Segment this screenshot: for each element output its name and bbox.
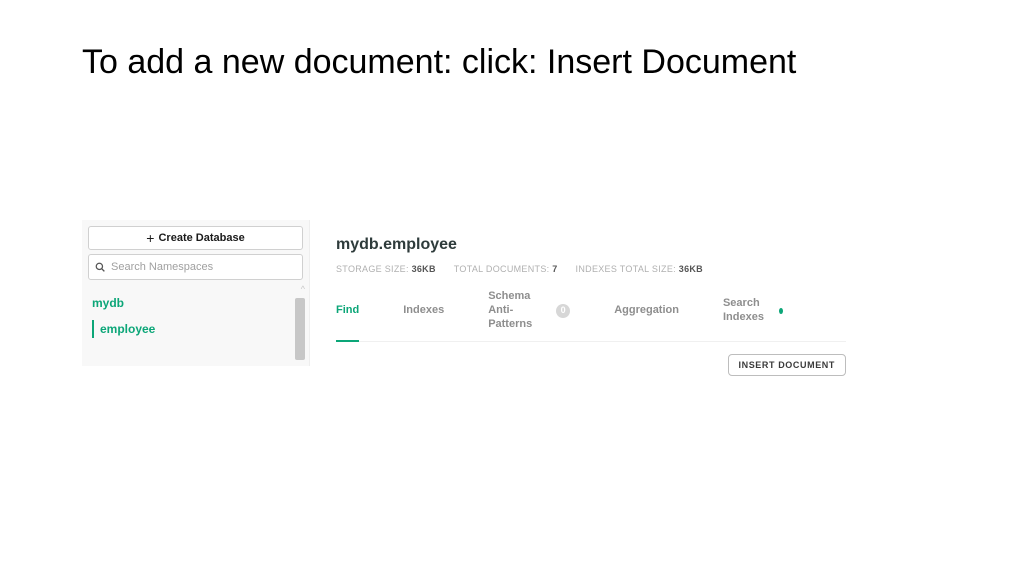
tab-search-label: Search Indexes xyxy=(723,297,773,325)
schema-badge: 0 xyxy=(556,304,570,318)
total-documents-value: 7 xyxy=(552,264,557,274)
storage-size-stat: STORAGE SIZE: 36KB xyxy=(336,264,436,274)
status-dot-icon xyxy=(779,308,783,314)
storage-size-label: STORAGE SIZE: xyxy=(336,264,409,274)
sidebar-database[interactable]: mydb xyxy=(82,288,309,316)
scroll-arrow-icon: ^ xyxy=(301,284,305,294)
indexes-size-stat: INDEXES TOTAL SIZE: 36KB xyxy=(576,264,703,274)
tab-indexes[interactable]: Indexes xyxy=(403,290,444,341)
namespace-list: mydb employee xyxy=(82,288,309,366)
collection-title: mydb.employee xyxy=(336,236,846,254)
indexes-size-value: 36KB xyxy=(679,264,703,274)
search-namespaces-input[interactable] xyxy=(111,261,296,273)
tab-find-label: Find xyxy=(336,304,359,318)
stats-row: STORAGE SIZE: 36KB TOTAL DOCUMENTS: 7 IN… xyxy=(336,264,846,274)
tab-schema-label: Schema Anti-Patterns xyxy=(488,290,552,331)
tab-find[interactable]: Find xyxy=(336,290,359,341)
plus-icon: + xyxy=(146,231,154,245)
sidebar-collection[interactable]: employee xyxy=(82,316,309,342)
main-panel: mydb.employee STORAGE SIZE: 36KB TOTAL D… xyxy=(310,220,860,366)
create-database-label: Create Database xyxy=(158,232,244,244)
create-database-button[interactable]: + Create Database xyxy=(88,226,303,250)
toolbar-row: INSERT DOCUMENT xyxy=(336,354,846,376)
tab-schema-anti-patterns[interactable]: Schema Anti-Patterns 0 xyxy=(488,290,570,341)
total-documents-stat: TOTAL DOCUMENTS: 7 xyxy=(454,264,558,274)
sidebar: + Create Database mydb employee ^ xyxy=(82,220,310,366)
slide-title: To add a new document: click: Insert Doc… xyxy=(82,40,796,84)
search-namespaces-field[interactable] xyxy=(88,254,303,280)
tab-aggregation[interactable]: Aggregation xyxy=(614,290,679,341)
total-documents-label: TOTAL DOCUMENTS: xyxy=(454,264,550,274)
insert-document-button[interactable]: INSERT DOCUMENT xyxy=(728,354,847,376)
tabs-row: Find Indexes Schema Anti-Patterns 0 Aggr… xyxy=(336,290,846,342)
indexes-size-label: INDEXES TOTAL SIZE: xyxy=(576,264,676,274)
search-icon xyxy=(95,262,105,272)
tab-search-indexes[interactable]: Search Indexes xyxy=(723,290,783,341)
storage-size-value: 36KB xyxy=(412,264,436,274)
tab-indexes-label: Indexes xyxy=(403,304,444,318)
tab-aggregation-label: Aggregation xyxy=(614,304,679,318)
sidebar-scrollbar[interactable] xyxy=(295,298,305,360)
app-screenshot: + Create Database mydb employee ^ mydb.e… xyxy=(82,220,860,366)
